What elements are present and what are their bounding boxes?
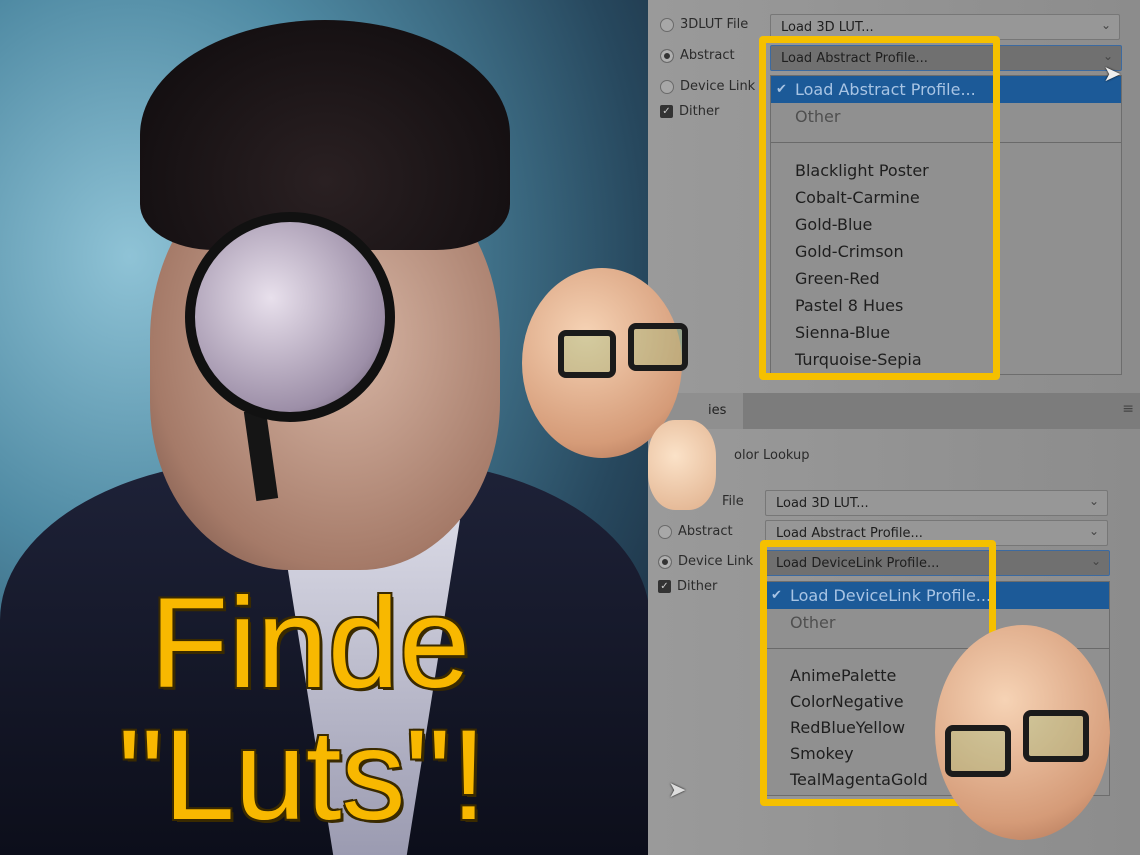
label: Device Link	[680, 79, 756, 94]
chevron-down-icon: ⌄	[1100, 18, 1111, 32]
glasses-icon	[1023, 710, 1089, 762]
label: Device Link	[678, 554, 754, 569]
panel-tab-bar: ies ≡	[648, 393, 1140, 429]
hair	[140, 20, 510, 250]
headline-line2: "Luts"!	[118, 704, 487, 847]
checkbox-dither[interactable]: ✓ Dither	[660, 104, 719, 119]
glasses-icon	[628, 323, 688, 371]
highlight-box	[759, 36, 1000, 380]
chevron-down-icon: ⌄	[1088, 494, 1099, 508]
checkbox-icon: ✓	[660, 105, 673, 118]
chevron-down-icon: ⌄	[1088, 524, 1099, 538]
headline-line1: Finde	[150, 572, 471, 715]
glasses-icon	[945, 725, 1011, 777]
thinking-hand-icon	[648, 420, 716, 510]
panel-title: olor Lookup	[734, 448, 810, 463]
label: Abstract	[678, 524, 733, 539]
radio-icon	[658, 554, 672, 569]
chevron-down-icon: ⌄	[1090, 554, 1101, 568]
checkbox-dither[interactable]: ✓ Dither	[658, 579, 717, 594]
memoji-smiling-icon	[935, 625, 1110, 840]
radio-icon	[658, 524, 672, 539]
radio-3dlut[interactable]: 3DLUT File	[660, 17, 748, 32]
lut-select[interactable]: Load 3D LUT... ⌄	[765, 490, 1108, 516]
select-value: Load 3D LUT...	[781, 20, 874, 35]
label: Dither	[679, 104, 720, 119]
label: File	[722, 494, 744, 509]
glasses-icon	[558, 330, 616, 378]
select-value: Load 3D LUT...	[776, 496, 869, 511]
label: Dither	[677, 579, 718, 594]
panel-menu-icon[interactable]: ≡	[1122, 401, 1134, 417]
radio-device-link[interactable]: Device Link	[660, 79, 755, 94]
mouse-cursor-icon: ➤	[668, 778, 687, 803]
label: 3DLUT File	[680, 17, 749, 32]
radio-icon	[660, 79, 674, 94]
radio-3dlut[interactable]: File	[722, 494, 744, 509]
chevron-down-icon: ⌄	[1102, 49, 1113, 63]
radio-icon	[660, 17, 674, 32]
checkbox-icon: ✓	[658, 580, 671, 593]
radio-abstract[interactable]: Abstract	[660, 48, 735, 63]
radio-device-link[interactable]: Device Link	[658, 554, 753, 569]
magnifying-glass-icon	[185, 212, 395, 422]
radio-icon	[660, 48, 674, 63]
mouse-cursor-icon: ➤	[1103, 62, 1122, 87]
radio-abstract[interactable]: Abstract	[658, 524, 733, 539]
label: Abstract	[680, 48, 735, 63]
select-value: Load Abstract Profile...	[776, 526, 923, 541]
